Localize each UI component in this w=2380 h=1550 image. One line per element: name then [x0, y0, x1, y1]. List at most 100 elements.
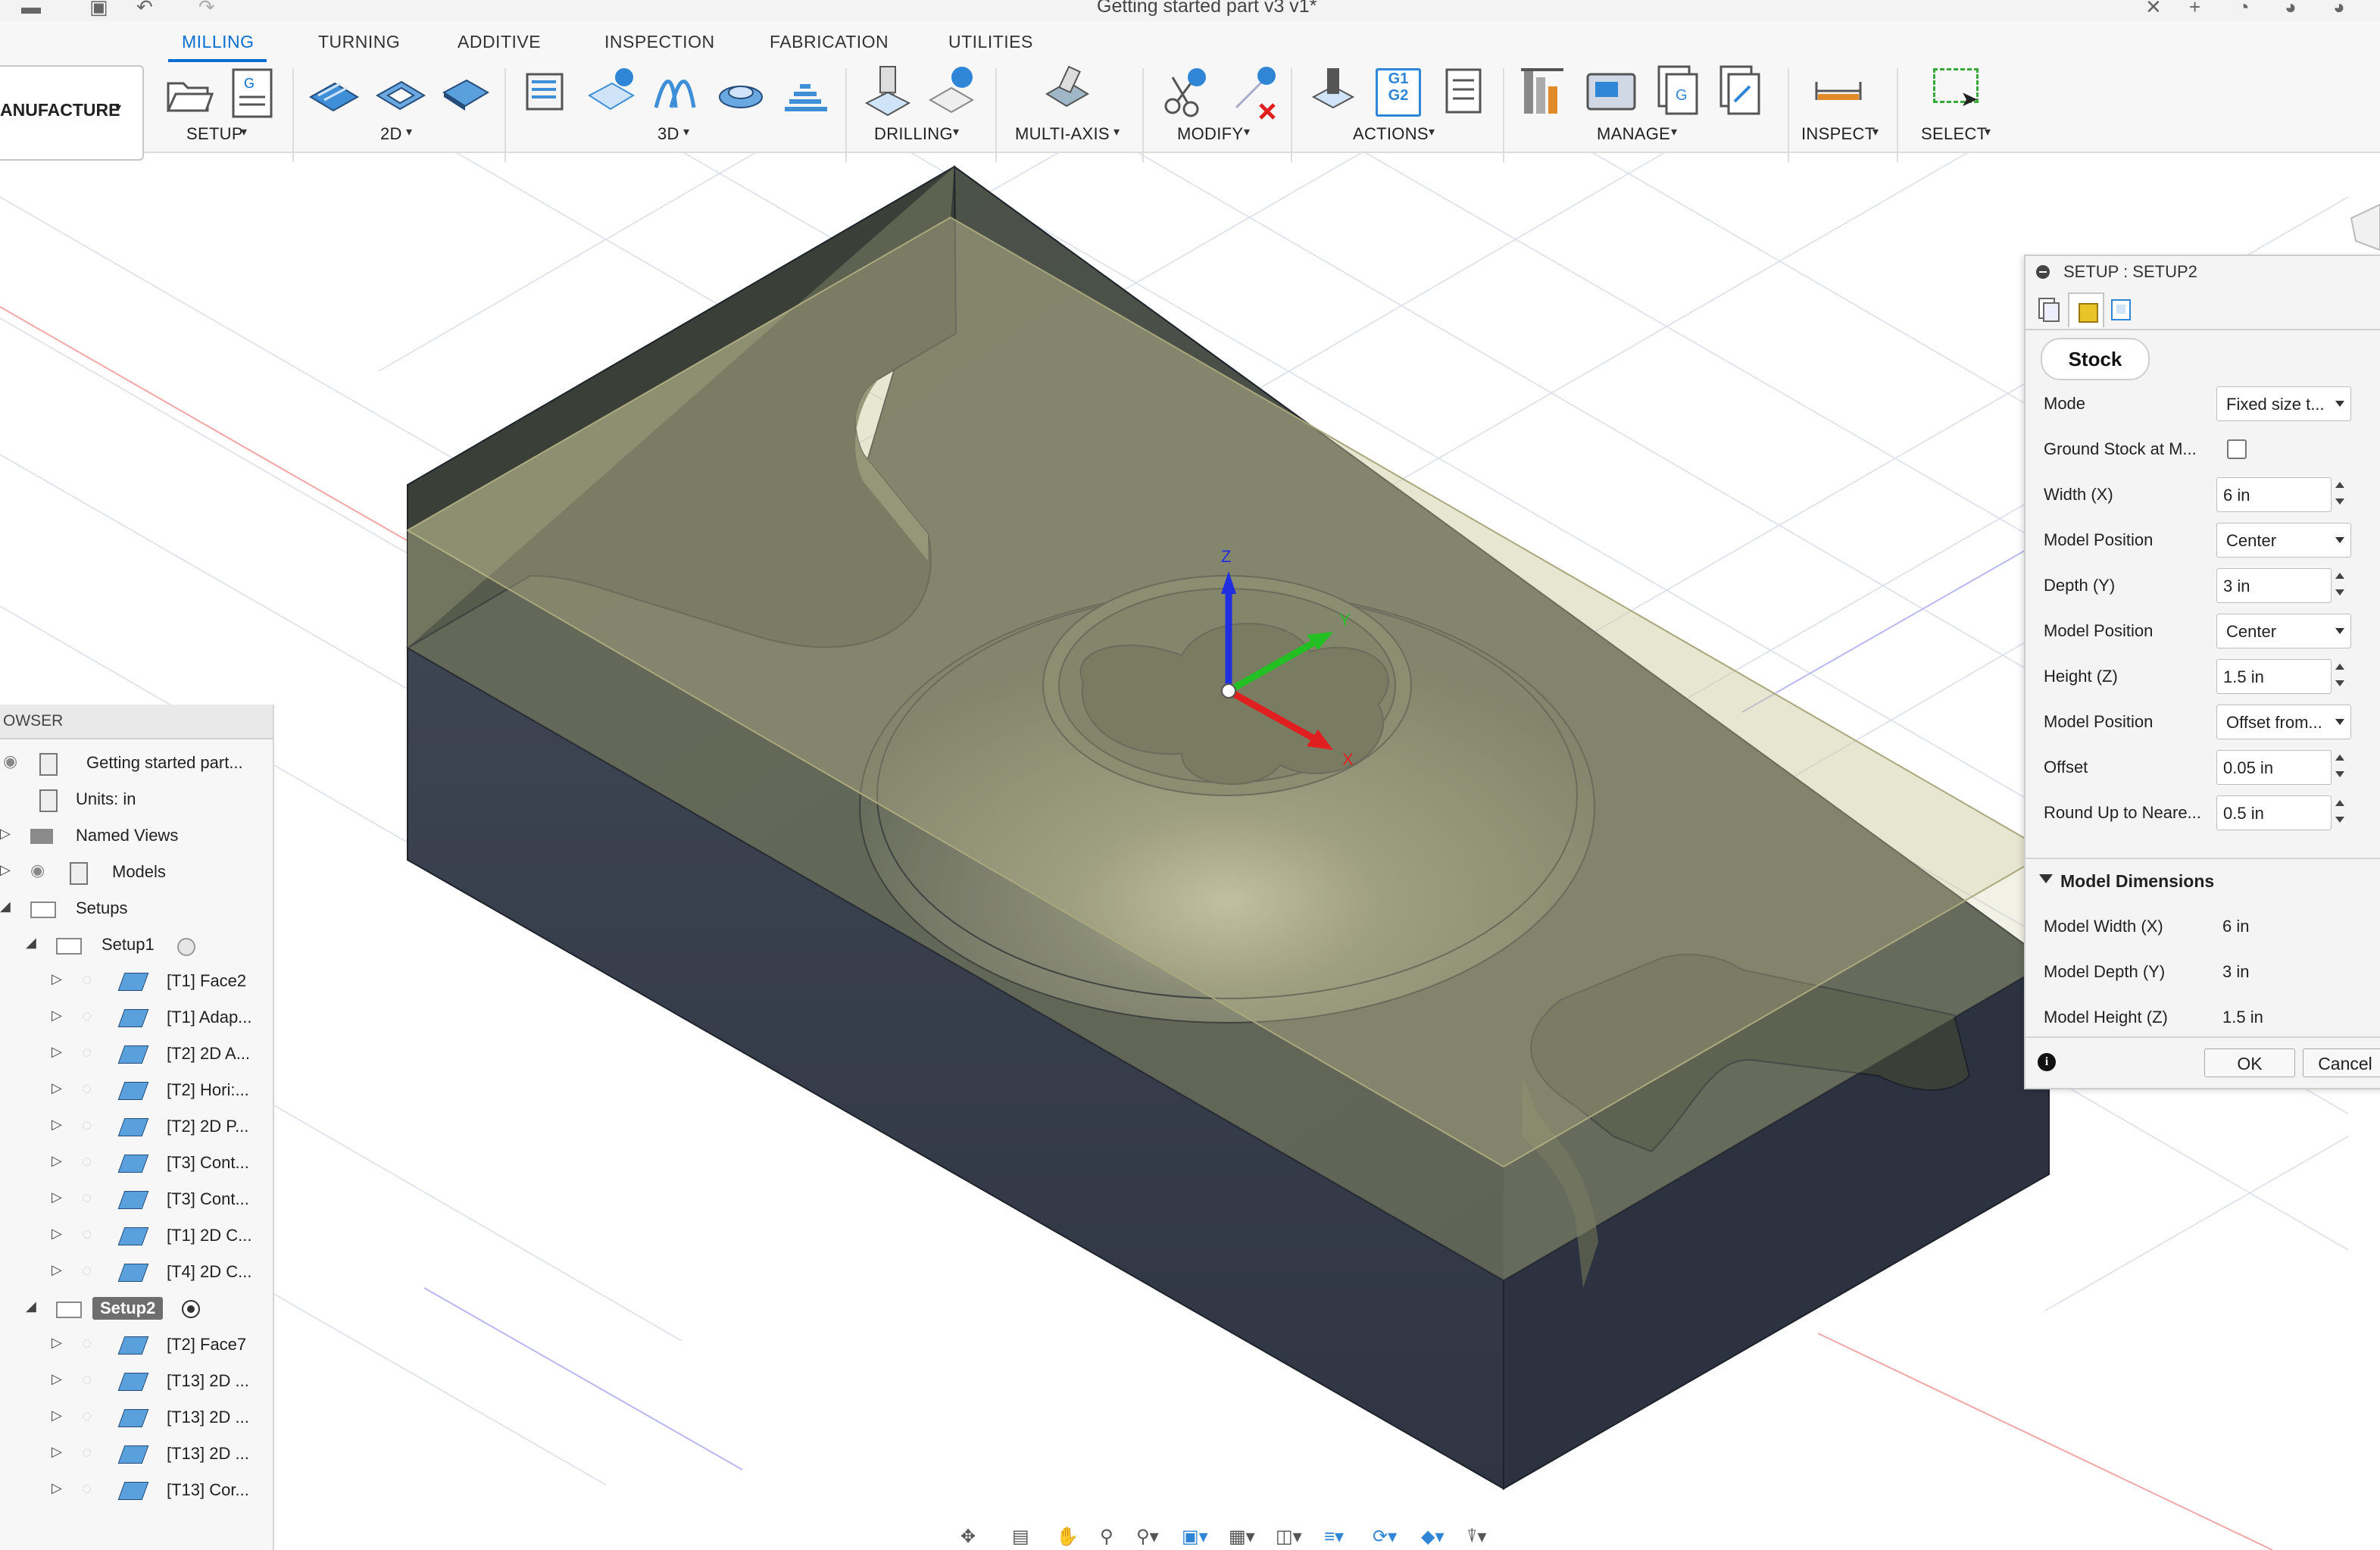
- 3d-spiral-icon[interactable]: [715, 65, 768, 118]
- tree-models[interactable]: ▷ ◉ Models: [0, 858, 273, 888]
- tool-library-icon[interactable]: [1518, 62, 1571, 120]
- viewport-canvas[interactable]: Z Y X: [0, 0, 2380, 1550]
- viewcube[interactable]: [2350, 203, 2380, 252]
- expand-triangle-icon[interactable]: ▷: [52, 1117, 62, 1133]
- tab-additive[interactable]: ADDITIVE: [458, 32, 541, 52]
- eye-hidden-icon[interactable]: ◌: [82, 1006, 92, 1026]
- expand-triangle-icon[interactable]: ▷: [52, 1226, 62, 1242]
- info-icon[interactable]: i: [2038, 1053, 2056, 1071]
- operation-row[interactable]: ▷ ◌ [T2] Hori:...: [0, 1076, 273, 1106]
- orbit-icon[interactable]: ✥: [960, 1526, 976, 1548]
- workspace-switcher[interactable]: ANUFACTURE ▾: [0, 65, 144, 161]
- expand-triangle-icon[interactable]: ▷: [52, 1408, 62, 1423]
- multi-axis-icon[interactable]: [1041, 64, 1094, 117]
- group-drilling[interactable]: DRILLING: [874, 124, 953, 144]
- fit-icon[interactable]: ⚲▾: [1136, 1526, 1159, 1548]
- tree-setup1[interactable]: ◢ Setup1: [0, 930, 273, 961]
- height-input[interactable]: 1.5 in: [2216, 659, 2332, 694]
- collapse-triangle-icon[interactable]: ◢: [26, 935, 36, 951]
- operation-row[interactable]: ▷ ◌ [T13] 2D ...: [0, 1367, 273, 1397]
- tree-named-views[interactable]: ▷ Named Views: [0, 821, 273, 852]
- radio-selected-icon[interactable]: [182, 1300, 200, 1318]
- face-icon[interactable]: [308, 67, 361, 120]
- tab-turning[interactable]: TURNING: [318, 32, 400, 52]
- radio-icon[interactable]: [177, 938, 195, 956]
- operation-row[interactable]: ▷ ◌ [T2] 2D P...: [0, 1112, 273, 1142]
- tree-setup2[interactable]: ◢ Setup2: [0, 1294, 273, 1324]
- tab-milling[interactable]: MILLING: [182, 32, 255, 52]
- post-process-icon[interactable]: G1 G2: [1376, 68, 1421, 117]
- undo-icon[interactable]: ↶: [136, 0, 153, 19]
- simulation-icon[interactable]: ◆▾: [1421, 1526, 1445, 1548]
- redo-icon[interactable]: ↷: [198, 0, 215, 19]
- delete-toolpath-icon[interactable]: [1230, 64, 1283, 120]
- tree-root[interactable]: ◉ Getting started part...: [0, 748, 273, 779]
- drill-icon[interactable]: [862, 64, 915, 120]
- model-part[interactable]: [406, 165, 2051, 1490]
- group-2d[interactable]: 2D: [380, 124, 402, 144]
- collapse-triangle-icon[interactable]: ◢: [0, 898, 11, 914]
- browser-header[interactable]: OWSER: [0, 705, 273, 739]
- width-position-dropdown[interactable]: Center: [2216, 523, 2351, 558]
- template-library-icon[interactable]: [1713, 62, 1766, 120]
- new-tab-icon[interactable]: +: [2189, 0, 2200, 19]
- operation-row[interactable]: ▷ ◌ [T1] 2D C...: [0, 1221, 273, 1252]
- group-setup[interactable]: SETUP: [186, 124, 243, 144]
- collapse-icon[interactable]: [2036, 265, 2050, 279]
- expand-triangle-icon[interactable]: ▷: [52, 971, 62, 987]
- expand-triangle-icon[interactable]: ▷: [52, 1444, 62, 1460]
- eye-hidden-icon[interactable]: ◌: [82, 1224, 92, 1244]
- mode-dropdown[interactable]: Fixed size t...: [2216, 386, 2351, 421]
- eye-hidden-icon[interactable]: ◌: [82, 1115, 92, 1135]
- eye-hidden-icon[interactable]: ◌: [82, 1042, 92, 1062]
- expand-triangle-icon[interactable]: ▷: [52, 1080, 62, 1096]
- width-stepper[interactable]: [2330, 477, 2350, 511]
- operation-row[interactable]: ▷ ◌ [T3] Cont...: [0, 1185, 273, 1215]
- sync-icon[interactable]: ◔: [2238, 0, 2250, 19]
- notifications-icon[interactable]: ◕: [2285, 0, 2297, 19]
- operation-row[interactable]: ▷ ◌ [T3] Cont...: [0, 1148, 273, 1179]
- operation-row[interactable]: ▷ ◌ [T2] Face7: [0, 1330, 273, 1361]
- file-icon[interactable]: ▬: [21, 0, 41, 19]
- eye-hidden-icon[interactable]: ◌: [82, 970, 92, 989]
- expand-triangle-icon[interactable]: ▷: [52, 1153, 62, 1169]
- eye-icon[interactable]: ◉: [3, 752, 17, 771]
- filter-icon[interactable]: ⍒▾: [1466, 1526, 1486, 1548]
- grid-settings-icon[interactable]: ▦▾: [1229, 1526, 1255, 1548]
- offset-stepper[interactable]: [2330, 750, 2350, 783]
- eye-hidden-icon[interactable]: ◌: [82, 1079, 92, 1098]
- post-library-icon[interactable]: G: [1651, 62, 1704, 120]
- expand-triangle-icon[interactable]: ▷: [52, 1008, 62, 1023]
- eye-hidden-icon[interactable]: ◌: [82, 1442, 92, 1462]
- stock-tab-icon[interactable]: [2068, 292, 2104, 327]
- operation-row[interactable]: ▷ ◌ [T2] 2D A...: [0, 1039, 273, 1070]
- collapse-triangle-icon[interactable]: ◢: [26, 1298, 36, 1314]
- model-dimensions-header[interactable]: Model Dimensions: [2025, 858, 2380, 905]
- help-icon[interactable]: ◕: [2333, 0, 2345, 19]
- group-3d[interactable]: 3D: [657, 124, 679, 144]
- 3d-adaptive-icon[interactable]: [521, 65, 574, 118]
- scissors-icon[interactable]: [1160, 64, 1213, 120]
- eye-hidden-icon[interactable]: ◌: [82, 1406, 92, 1426]
- display-settings-icon[interactable]: ▣▾: [1182, 1526, 1208, 1548]
- depth-stepper[interactable]: [2330, 568, 2350, 602]
- pan-icon[interactable]: ✋: [1056, 1526, 1079, 1548]
- eye-hidden-icon[interactable]: ◌: [82, 1479, 92, 1498]
- height-stepper[interactable]: [2330, 659, 2350, 692]
- group-actions[interactable]: ACTIONS: [1353, 124, 1429, 144]
- operation-row[interactable]: ▷ ◌ [T1] Adap...: [0, 1003, 273, 1033]
- group-modify[interactable]: MODIFY: [1177, 124, 1243, 144]
- tree-setups[interactable]: ◢ Setups: [0, 894, 273, 924]
- expand-triangle-icon[interactable]: ▷: [52, 1480, 62, 1496]
- measure-icon[interactable]: [1812, 76, 1865, 106]
- height-position-dropdown[interactable]: Offset from...: [2216, 705, 2351, 739]
- eye-hidden-icon[interactable]: ◌: [82, 1188, 92, 1208]
- tab-utilities[interactable]: UTILITIES: [948, 32, 1033, 52]
- cancel-button[interactable]: Cancel: [2303, 1048, 2380, 1077]
- group-select[interactable]: SELECT: [1921, 124, 1987, 144]
- save-icon[interactable]: ▣: [89, 0, 108, 19]
- 3d-parallel-icon[interactable]: [650, 65, 703, 118]
- eye-hidden-icon[interactable]: ◌: [82, 1152, 92, 1171]
- round-up-input[interactable]: 0.5 in: [2216, 795, 2332, 830]
- expand-triangle-icon[interactable]: ▷: [52, 1371, 62, 1387]
